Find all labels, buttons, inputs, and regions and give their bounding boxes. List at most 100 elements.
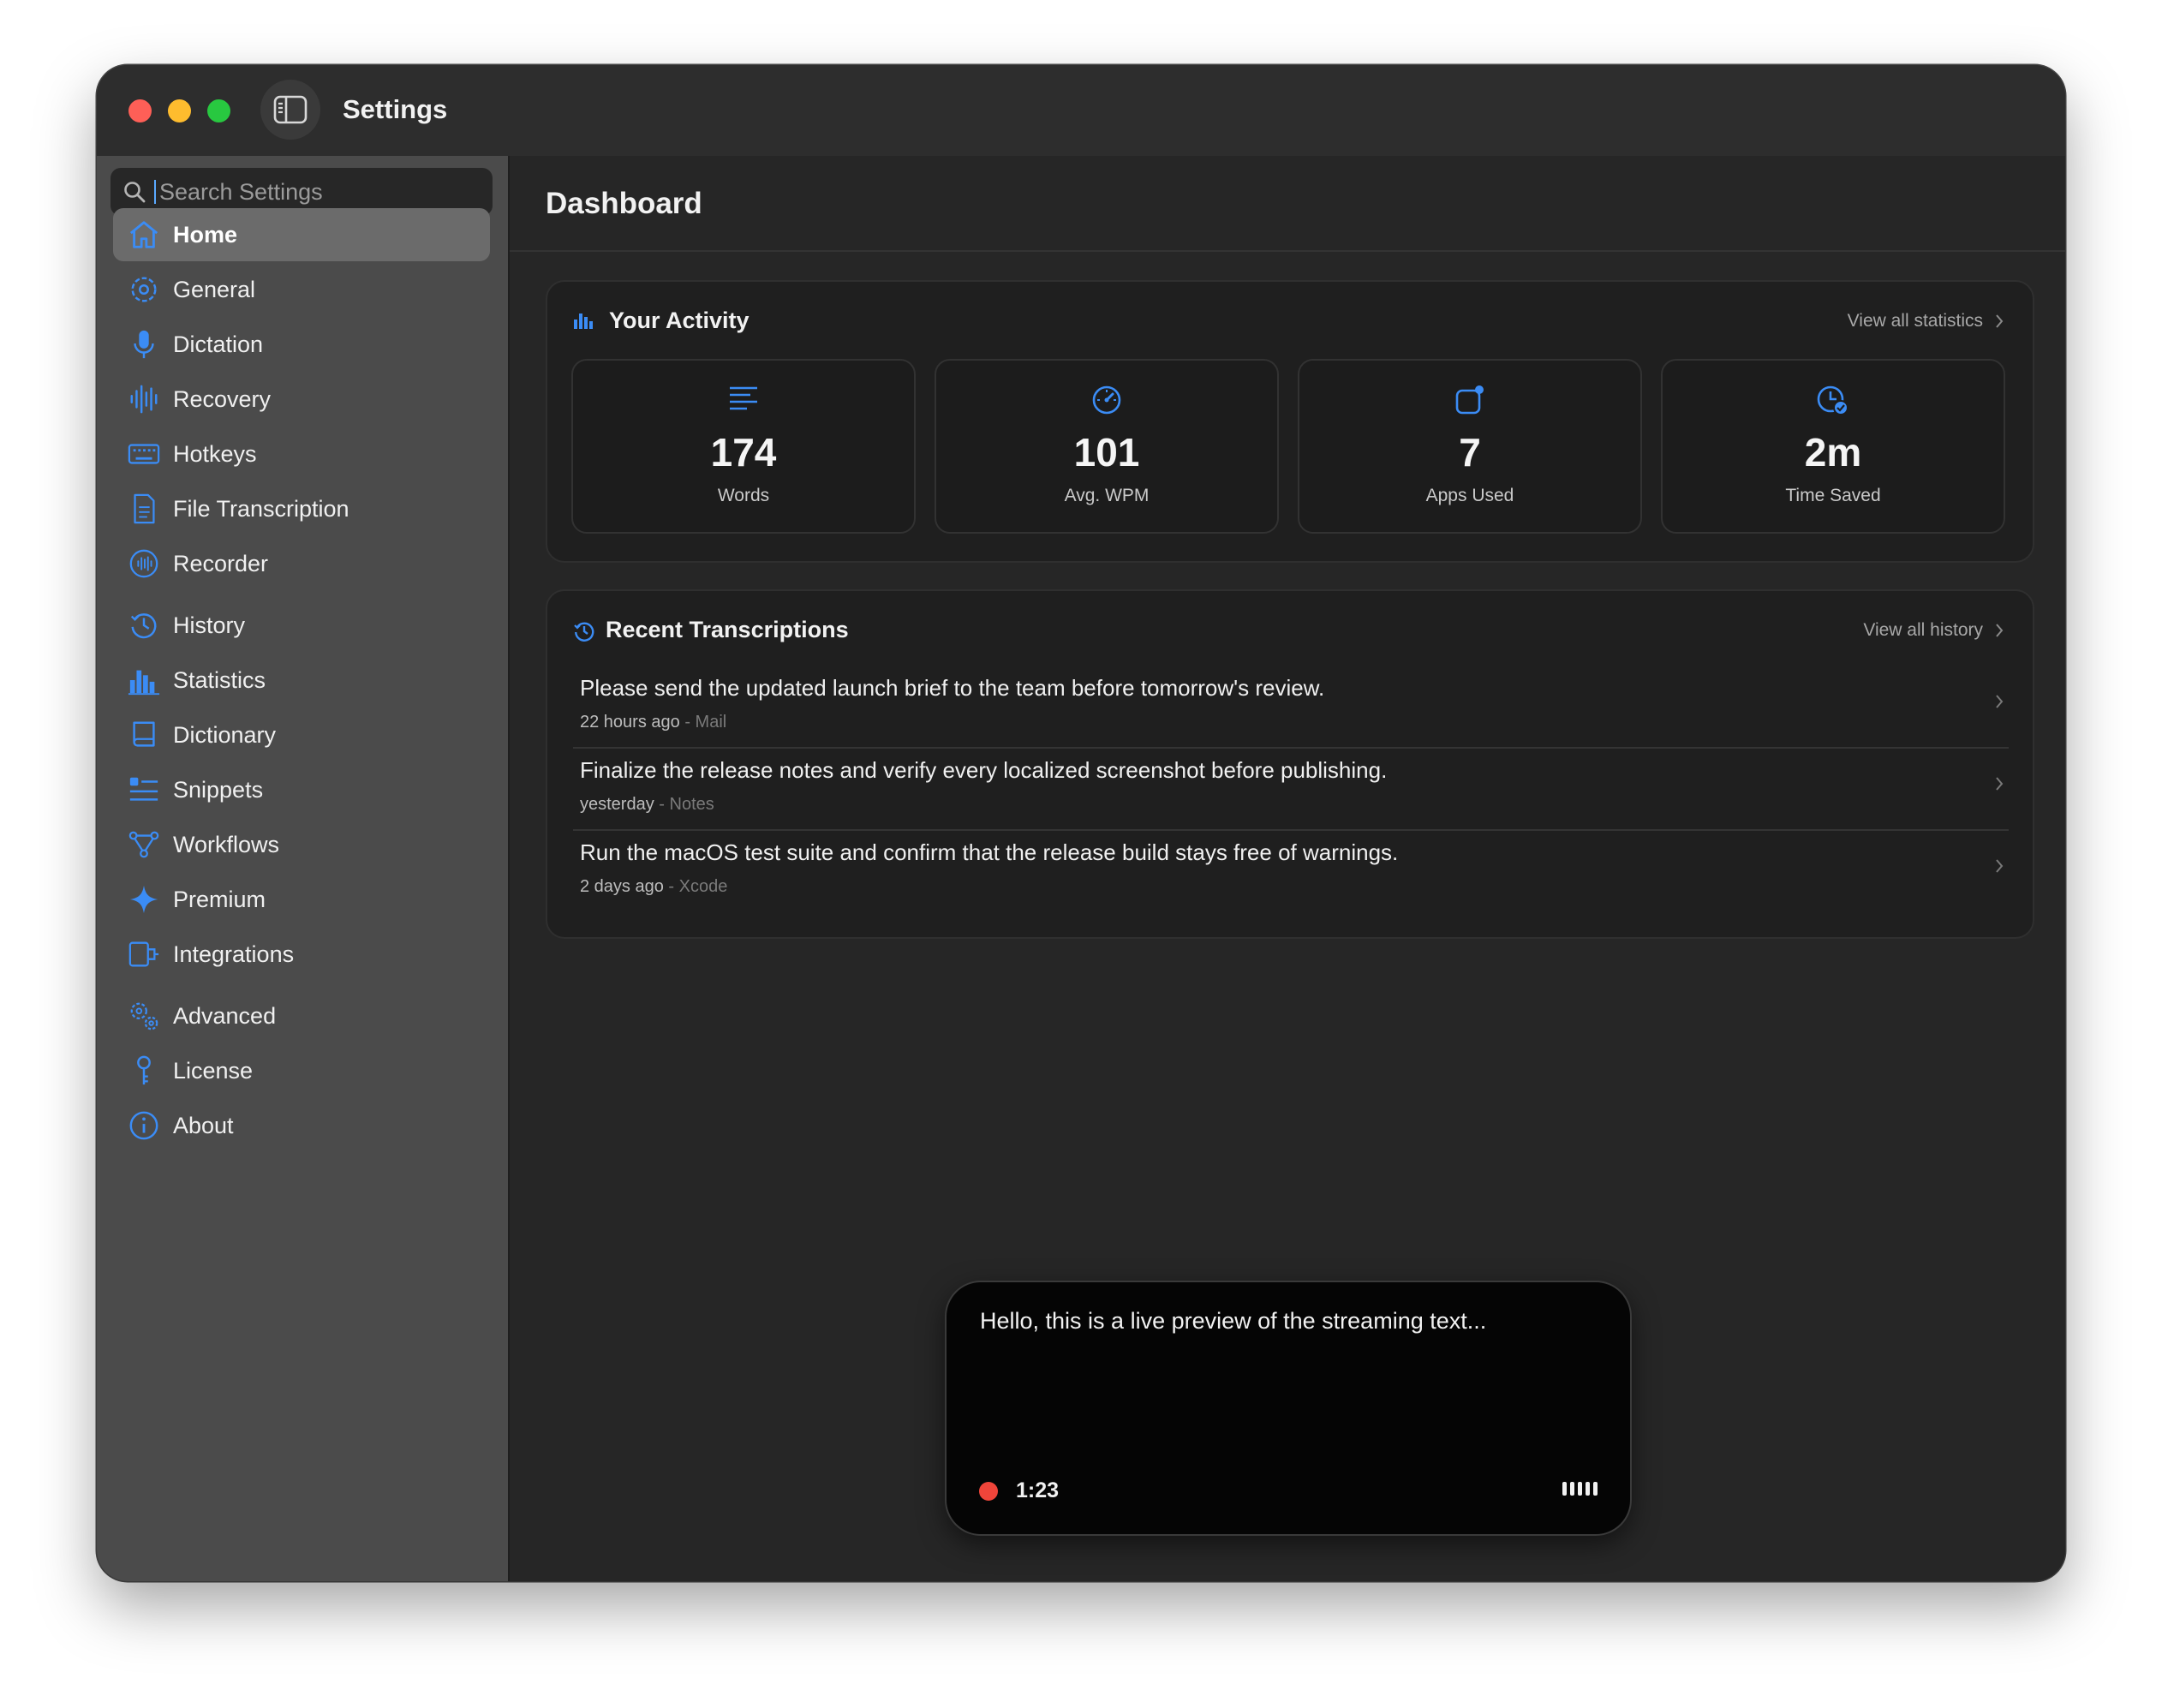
info-icon bbox=[127, 1108, 161, 1143]
transcription-text: Run the macOS test suite and confirm tha… bbox=[580, 839, 1399, 865]
stat-card-time-saved: 2m Time Saved bbox=[1661, 359, 2005, 534]
history-icon bbox=[574, 622, 594, 642]
stat-label: Words bbox=[717, 486, 770, 505]
recorder-icon bbox=[127, 546, 161, 581]
sidebar-item-label: Dictation bbox=[173, 331, 264, 357]
chevron-right-icon bbox=[1996, 624, 2004, 637]
sidebar-item-advanced[interactable]: Advanced bbox=[113, 989, 490, 1042]
document-icon bbox=[127, 492, 161, 526]
sidebar-item-label: File Transcription bbox=[173, 495, 349, 522]
waveform-icon bbox=[127, 382, 161, 416]
search-icon bbox=[124, 182, 146, 203]
chevron-right-icon bbox=[1996, 777, 2004, 791]
recording-time: 1:23 bbox=[1016, 1478, 1060, 1502]
sidebar-item-label: Snippets bbox=[173, 776, 264, 803]
sidebar-item-integrations[interactable]: Integrations bbox=[113, 928, 490, 981]
transcription-meta: 22 hours ago - Mail bbox=[580, 713, 726, 732]
live-preview-panel: Hello, this is a live preview of the str… bbox=[945, 1281, 1632, 1536]
sidebar-item-label: Hotkeys bbox=[173, 440, 257, 467]
book-icon bbox=[127, 718, 161, 752]
title-bar: Settings bbox=[97, 65, 2065, 157]
preview-text: Hello, this is a live preview of the str… bbox=[980, 1308, 1487, 1334]
recent-title: Recent Transcriptions bbox=[606, 617, 849, 642]
sidebar-item-recovery[interactable]: Recovery bbox=[113, 373, 490, 426]
sidebar-item-license[interactable]: License bbox=[113, 1044, 490, 1097]
sidebar-item-home[interactable]: Home bbox=[113, 208, 490, 261]
transcription-row[interactable]: Finalize the release notes and verify ev… bbox=[573, 747, 2009, 831]
sidebar-item-label: Recovery bbox=[173, 385, 272, 412]
sidebar-item-history[interactable]: History bbox=[113, 599, 490, 652]
stat-value: 7 bbox=[1459, 430, 1481, 475]
view-all-history-label: View all history bbox=[1863, 620, 1983, 640]
stat-value: 101 bbox=[1073, 430, 1140, 475]
house-icon bbox=[127, 218, 161, 252]
page-title: Dashboard bbox=[546, 187, 702, 220]
sidebar-item-hotkeys[interactable]: Hotkeys bbox=[113, 427, 490, 481]
text-cursor bbox=[154, 180, 156, 204]
sidebar-item-premium[interactable]: Premium bbox=[113, 873, 490, 926]
view-all-statistics-link[interactable]: View all statistics bbox=[1848, 311, 2004, 331]
sidebar-toggle-icon bbox=[273, 95, 308, 124]
transcription-text: Finalize the release notes and verify ev… bbox=[580, 757, 1388, 783]
clock-check-icon bbox=[1817, 385, 1848, 415]
transcription-app: - Xcode bbox=[668, 877, 728, 896]
stat-card-wpm: 101 Avg. WPM bbox=[935, 359, 1279, 534]
text-lines-icon bbox=[730, 386, 757, 410]
sidebar-item-dictionary[interactable]: Dictionary bbox=[113, 708, 490, 761]
sidebar: Home General Dictation Recovery Hotkeys File … bbox=[97, 156, 510, 1581]
history-icon bbox=[127, 608, 161, 642]
minimize-window-button[interactable] bbox=[168, 99, 191, 122]
zoom-window-button[interactable] bbox=[207, 99, 230, 122]
sidebar-item-snippets[interactable]: Snippets bbox=[113, 763, 490, 816]
page-header: Dashboard bbox=[510, 156, 2065, 252]
sidebar-item-statistics[interactable]: Statistics bbox=[113, 654, 490, 707]
transcription-time: yesterday bbox=[580, 795, 654, 814]
recording-indicator bbox=[979, 1482, 998, 1501]
speedometer-icon bbox=[1092, 385, 1121, 415]
snippets-icon bbox=[127, 773, 161, 807]
stat-label: Avg. WPM bbox=[1064, 486, 1150, 505]
sidebar-item-workflows[interactable]: Workflows bbox=[113, 818, 490, 871]
stat-value: 2m bbox=[1804, 430, 1862, 475]
view-all-history-link[interactable]: View all history bbox=[1863, 620, 2004, 641]
stat-card-words: 174 Words bbox=[571, 359, 916, 534]
sidebar-item-label: Dictionary bbox=[173, 721, 277, 748]
sidebar-item-label: Statistics bbox=[173, 666, 266, 693]
sidebar-item-recorder[interactable]: Recorder bbox=[113, 537, 490, 590]
sidebar-toggle-button[interactable] bbox=[260, 80, 320, 140]
close-window-button[interactable] bbox=[128, 99, 152, 122]
stat-value: 174 bbox=[710, 430, 777, 475]
stat-card-apps: 7 Apps Used bbox=[1298, 359, 1642, 534]
search-input[interactable] bbox=[158, 177, 469, 206]
chevron-right-icon bbox=[1996, 695, 2004, 708]
gear-icon bbox=[127, 272, 161, 307]
sidebar-item-dictation[interactable]: Dictation bbox=[113, 318, 490, 371]
transcription-time: 2 days ago bbox=[580, 877, 664, 896]
stat-label: Time Saved bbox=[1785, 486, 1881, 505]
gears-icon bbox=[127, 999, 161, 1033]
audio-level-icon bbox=[1562, 1482, 1598, 1496]
sidebar-item-label: Home bbox=[173, 221, 238, 248]
sidebar-item-label: Advanced bbox=[173, 1002, 277, 1029]
sidebar-item-file-transcription[interactable]: File Transcription bbox=[113, 482, 490, 535]
sidebar-item-label: Integrations bbox=[173, 941, 295, 967]
activity-card: Your Activity View all statistics 174 Wo… bbox=[546, 280, 2034, 563]
sidebar-item-general[interactable]: General bbox=[113, 263, 490, 316]
transcription-row[interactable]: Please send the updated launch brief to … bbox=[573, 665, 2009, 749]
sidebar-item-label: About bbox=[173, 1112, 234, 1138]
transcription-meta: yesterday - Notes bbox=[580, 795, 714, 815]
keyboard-icon bbox=[127, 437, 161, 471]
transcription-app: - Mail bbox=[684, 713, 727, 732]
key-icon bbox=[127, 1054, 161, 1088]
sidebar-item-about[interactable]: About bbox=[113, 1099, 490, 1152]
transcription-row[interactable]: Run the macOS test suite and confirm tha… bbox=[573, 829, 2009, 911]
stat-label: Apps Used bbox=[1425, 486, 1514, 505]
transcription-text: Please send the updated launch brief to … bbox=[580, 675, 1325, 701]
microphone-icon bbox=[127, 327, 161, 361]
sidebar-item-label: General bbox=[173, 276, 256, 302]
sparkle-icon bbox=[127, 882, 161, 917]
chevron-right-icon bbox=[1996, 859, 2004, 873]
chevron-right-icon bbox=[1996, 314, 2004, 328]
transcription-time: 22 hours ago bbox=[580, 713, 680, 732]
integrations-icon bbox=[127, 937, 161, 971]
